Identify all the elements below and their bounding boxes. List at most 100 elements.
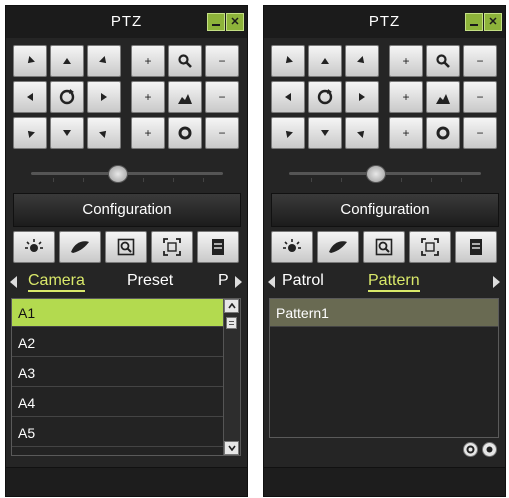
pan-down-left-button[interactable] bbox=[13, 117, 47, 149]
arrow-down-icon bbox=[63, 130, 71, 136]
arrow-down-right-icon bbox=[357, 130, 365, 138]
wiper-button[interactable] bbox=[317, 231, 359, 263]
title-bar: PTZ ✕ bbox=[264, 6, 505, 38]
focus-far-button[interactable]: − bbox=[463, 81, 497, 113]
focus-near-button[interactable]: + bbox=[389, 81, 423, 113]
iris-open-button[interactable]: + bbox=[389, 117, 423, 149]
arrow-up-icon bbox=[63, 58, 71, 64]
bottom-bar bbox=[264, 467, 505, 496]
zoom-icon bbox=[178, 54, 192, 68]
list-item[interactable]: Pattern1 bbox=[270, 299, 498, 327]
menu-button[interactable] bbox=[455, 231, 497, 263]
pan-down-right-button[interactable] bbox=[87, 117, 121, 149]
pan-up-button[interactable] bbox=[50, 45, 84, 77]
focus-far-button[interactable]: − bbox=[205, 81, 239, 113]
close-button[interactable]: ✕ bbox=[484, 13, 502, 31]
arrow-up-icon bbox=[321, 58, 329, 64]
wiper-button[interactable] bbox=[59, 231, 101, 263]
ptz-panel-right: PTZ ✕ + − + − + − Configuration Patrol P… bbox=[263, 5, 506, 497]
center-button[interactable] bbox=[151, 231, 193, 263]
pan-up-right-button[interactable] bbox=[345, 45, 379, 77]
toolbar bbox=[271, 231, 499, 265]
tab-patrol[interactable]: Patrol bbox=[282, 272, 324, 290]
pan-left-button[interactable] bbox=[271, 81, 305, 113]
tab-scroll-left-icon[interactable] bbox=[268, 276, 275, 288]
zoom-label bbox=[168, 45, 202, 77]
slider-handle[interactable] bbox=[366, 165, 387, 183]
list-item[interactable]: A1 bbox=[12, 299, 225, 327]
focus-label bbox=[426, 81, 460, 113]
scroll-down-button[interactable] bbox=[224, 441, 239, 455]
scroll-up-button[interactable] bbox=[224, 299, 239, 313]
slider-tick bbox=[431, 178, 432, 182]
close-button[interactable]: ✕ bbox=[226, 13, 244, 31]
configuration-button[interactable]: Configuration bbox=[271, 193, 499, 227]
pan-up-right-button[interactable] bbox=[87, 45, 121, 77]
minimize-button[interactable] bbox=[207, 13, 225, 31]
zoom-icon bbox=[436, 54, 450, 68]
speed-slider[interactable] bbox=[13, 158, 241, 190]
wiper-icon bbox=[71, 241, 89, 253]
ptz-panel-left: PTZ ✕ + − + − + − Configuration Camera P… bbox=[5, 5, 248, 497]
auto-rotate-button[interactable] bbox=[50, 81, 84, 113]
slider-tick bbox=[53, 178, 54, 182]
list-scrollbar[interactable] bbox=[223, 299, 240, 455]
pan-right-button[interactable] bbox=[345, 81, 379, 113]
configuration-button[interactable]: Configuration bbox=[13, 193, 241, 227]
auto-rotate-button[interactable] bbox=[308, 81, 342, 113]
pan-down-button[interactable] bbox=[308, 117, 342, 149]
pan-down-left-button[interactable] bbox=[271, 117, 305, 149]
tab-camera[interactable]: Camera bbox=[28, 272, 85, 292]
grip-line bbox=[229, 321, 234, 322]
3d-zoom-button[interactable] bbox=[105, 231, 147, 263]
pan-down-button[interactable] bbox=[50, 117, 84, 149]
3d-zoom-icon bbox=[375, 238, 393, 256]
auto-rotate-icon bbox=[317, 89, 333, 105]
focus-near-button[interactable]: + bbox=[131, 81, 165, 113]
zoom-out-button[interactable]: − bbox=[463, 45, 497, 77]
iris-open-button[interactable]: + bbox=[131, 117, 165, 149]
pan-down-right-button[interactable] bbox=[345, 117, 379, 149]
zoom-in-button[interactable]: + bbox=[389, 45, 423, 77]
zoom-in-button[interactable]: + bbox=[131, 45, 165, 77]
light-button[interactable] bbox=[271, 231, 313, 263]
iris-close-button[interactable]: − bbox=[463, 117, 497, 149]
arrow-down-icon bbox=[321, 130, 329, 136]
light-icon bbox=[283, 239, 301, 252]
pan-up-button[interactable] bbox=[308, 45, 342, 77]
tab-pattern[interactable]: Pattern bbox=[368, 272, 420, 292]
tab-scroll-right-icon[interactable] bbox=[493, 276, 500, 288]
slider-handle[interactable] bbox=[108, 165, 129, 183]
title-bar: PTZ ✕ bbox=[6, 6, 247, 38]
zoom-out-button[interactable]: − bbox=[205, 45, 239, 77]
minimize-icon bbox=[212, 24, 220, 26]
pan-right-button[interactable] bbox=[87, 81, 121, 113]
tab-preset[interactable]: Preset bbox=[127, 272, 173, 290]
list-item[interactable]: A4 bbox=[12, 389, 225, 417]
light-button[interactable] bbox=[13, 231, 55, 263]
iris-label bbox=[168, 117, 202, 149]
menu-button[interactable] bbox=[197, 231, 239, 263]
arrow-down-left-icon bbox=[27, 130, 35, 138]
scroll-thumb[interactable] bbox=[226, 317, 237, 329]
list-item[interactable]: A3 bbox=[12, 359, 225, 387]
tab-partial[interactable]: P bbox=[218, 272, 229, 290]
minimize-button[interactable] bbox=[465, 13, 483, 31]
pan-up-left-button[interactable] bbox=[271, 45, 305, 77]
tab-bar: Camera Preset P bbox=[6, 270, 247, 296]
center-button[interactable] bbox=[409, 231, 451, 263]
pan-left-button[interactable] bbox=[13, 81, 47, 113]
pan-up-left-button[interactable] bbox=[13, 45, 47, 77]
slider-tick bbox=[173, 178, 174, 182]
list-item[interactable]: A5 bbox=[12, 419, 225, 447]
3d-zoom-button[interactable] bbox=[363, 231, 405, 263]
list-item[interactable]: A2 bbox=[12, 329, 225, 357]
iris-close-button[interactable]: − bbox=[205, 117, 239, 149]
speed-slider[interactable] bbox=[271, 158, 499, 190]
tab-scroll-left-icon[interactable] bbox=[10, 276, 17, 288]
arrow-up-right-icon bbox=[357, 56, 365, 64]
tab-scroll-right-icon[interactable] bbox=[235, 276, 242, 288]
stop-pattern-button[interactable] bbox=[482, 442, 497, 457]
menu-icon bbox=[470, 239, 482, 255]
record-pattern-button[interactable] bbox=[463, 442, 478, 457]
